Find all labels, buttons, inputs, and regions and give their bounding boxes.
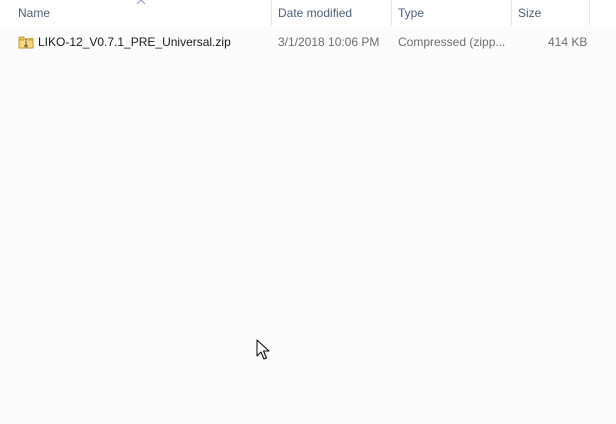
column-header-name-label: Name	[18, 6, 51, 20]
column-header-date-modified[interactable]: Date modified	[272, 0, 390, 26]
sort-ascending-icon	[136, 0, 146, 5]
column-header-type[interactable]: Type	[392, 0, 510, 26]
column-header-date-label: Date modified	[278, 6, 353, 20]
column-header-size[interactable]: Size	[512, 0, 588, 26]
file-type: Compressed (zipp...	[398, 35, 506, 49]
file-size: 414 KB	[548, 35, 588, 49]
column-divider[interactable]	[589, 0, 590, 26]
file-row[interactable]: LIKO-12_V0.7.1_PRE_Universal.zip 3/1/201…	[0, 32, 616, 52]
file-name: LIKO-12_V0.7.1_PRE_Universal.zip	[38, 35, 231, 49]
column-header-type-label: Type	[398, 6, 425, 20]
column-header-bar: Name Date modified Type Size	[0, 0, 616, 26]
file-list-pane: Name Date modified Type Size LIKO-12_V0.…	[0, 0, 616, 424]
mouse-pointer-icon	[256, 339, 270, 360]
zip-folder-icon	[18, 36, 34, 49]
column-header-size-label: Size	[518, 6, 542, 20]
file-date-modified: 3/1/2018 10:06 PM	[278, 35, 380, 49]
